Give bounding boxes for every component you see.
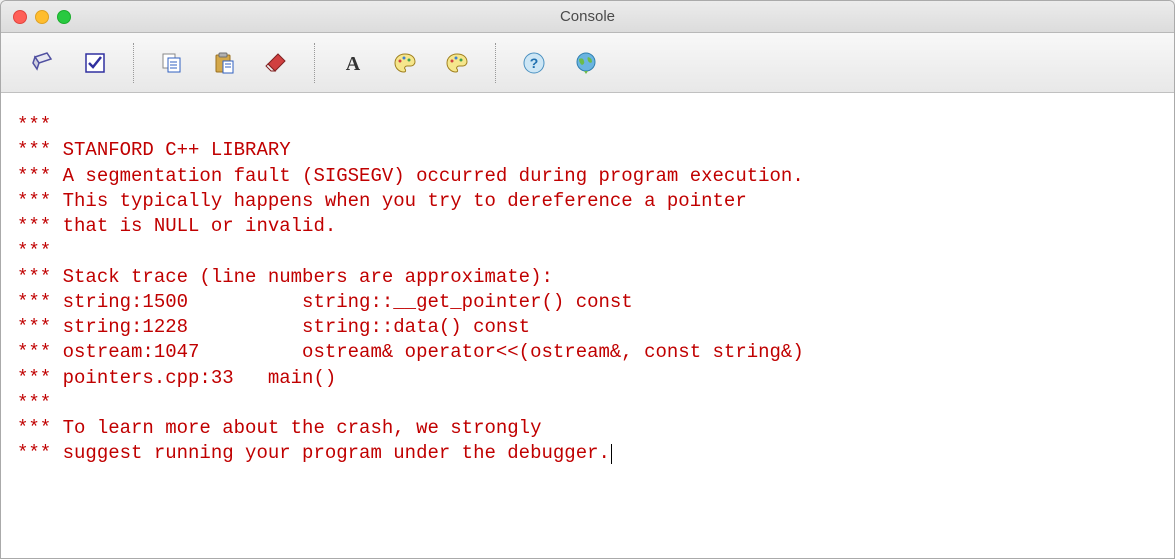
- eraser-icon: [264, 51, 288, 75]
- palette-icon: [445, 51, 469, 75]
- toolbar-separator: [133, 43, 134, 83]
- console-line: *** suggest running your program under t…: [17, 442, 610, 464]
- help-icon: ?: [522, 51, 546, 75]
- console-line: ***: [17, 392, 51, 414]
- clear-button[interactable]: [252, 43, 300, 83]
- console-line: *** This typically happens when you try …: [17, 190, 747, 212]
- console-line: *** pointers.cpp:33 main(): [17, 367, 336, 389]
- check-icon: [83, 51, 107, 75]
- svg-text:?: ?: [530, 55, 539, 71]
- traffic-lights: [1, 10, 71, 24]
- toolbar: A: [1, 33, 1174, 93]
- about-button[interactable]: [562, 43, 610, 83]
- copy-button[interactable]: [148, 43, 196, 83]
- titlebar[interactable]: Console: [1, 1, 1174, 33]
- console-line: ***: [17, 114, 51, 136]
- console-line: *** string:1500 string::__get_pointer() …: [17, 291, 633, 313]
- text-cursor: [611, 444, 612, 464]
- paste-button[interactable]: [200, 43, 248, 83]
- console-window: Console: [0, 0, 1175, 559]
- minimize-button[interactable]: [35, 10, 49, 24]
- globe-icon: [574, 51, 598, 75]
- check-button[interactable]: [71, 43, 119, 83]
- console-output[interactable]: *** *** STANFORD C++ LIBRARY *** A segme…: [1, 93, 1174, 558]
- window-title: Console: [1, 8, 1174, 25]
- console-line: ***: [17, 240, 51, 262]
- help-button[interactable]: ?: [510, 43, 558, 83]
- text-color-button[interactable]: [433, 43, 481, 83]
- save-button[interactable]: [19, 43, 67, 83]
- copy-icon: [160, 51, 184, 75]
- toolbar-separator: [314, 43, 315, 83]
- console-line: *** A segmentation fault (SIGSEGV) occur…: [17, 165, 804, 187]
- save-icon: [31, 51, 55, 75]
- close-button[interactable]: [13, 10, 27, 24]
- console-line: *** string:1228 string::data() const: [17, 316, 530, 338]
- console-line: *** To learn more about the crash, we st…: [17, 417, 542, 439]
- paste-icon: [212, 51, 236, 75]
- palette-icon: [393, 51, 417, 75]
- console-line: *** Stack trace (line numbers are approx…: [17, 266, 553, 288]
- maximize-button[interactable]: [57, 10, 71, 24]
- background-color-button[interactable]: [381, 43, 429, 83]
- console-line: *** STANFORD C++ LIBRARY: [17, 139, 291, 161]
- toolbar-separator: [495, 43, 496, 83]
- console-line: *** that is NULL or invalid.: [17, 215, 336, 237]
- svg-text:A: A: [346, 53, 361, 75]
- font-icon: A: [341, 51, 365, 75]
- font-button[interactable]: A: [329, 43, 377, 83]
- console-line: *** ostream:1047 ostream& operator<<(ost…: [17, 341, 804, 363]
